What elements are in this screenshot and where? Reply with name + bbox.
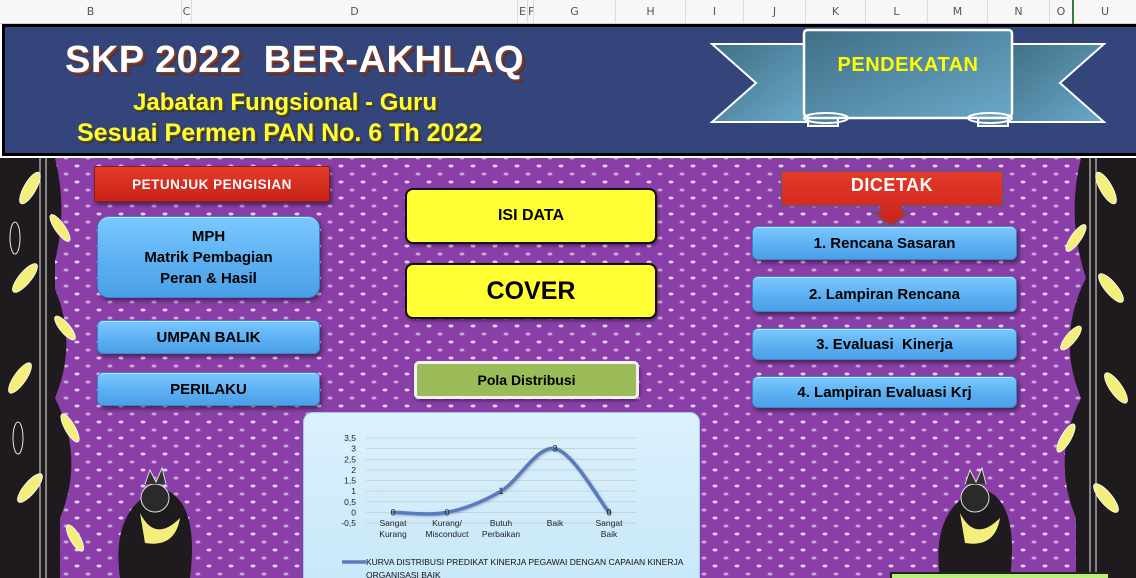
partial-bottom-button[interactable] <box>890 572 1110 578</box>
x-category-label: Sangat <box>380 518 408 528</box>
print-lampiran-evaluasi-label: 4. Lampiran Evaluasi Krj <box>797 383 972 401</box>
pendekatan-ribbon-button[interactable]: PENDEKATAN <box>708 26 1108 136</box>
y-tick-label: 2,5 <box>344 454 356 464</box>
petunjuk-pengisian-button[interactable]: PETUNJUK PENGISIAN <box>94 166 330 202</box>
data-label: 3 <box>552 444 557 454</box>
column-header-h[interactable]: H <box>616 0 686 24</box>
data-label: 0 <box>390 507 395 517</box>
x-category-label: Sangat <box>596 518 624 528</box>
print-lampiran-evaluasi-button[interactable]: 4. Lampiran Evaluasi Krj <box>752 376 1017 408</box>
data-label: 0 <box>606 507 611 517</box>
dicetak-label: DICETAK <box>850 175 934 195</box>
legend-label-line1: KURVA DISTRIBUSI PREDIKAT KINERJA PEGAWA… <box>366 557 684 567</box>
batik-right-border-image <box>1056 158 1136 578</box>
column-header-k[interactable]: K <box>806 0 866 24</box>
batik-rooster-left-image <box>118 466 192 578</box>
print-rencana-sasaran-label: 1. Rencana Sasaran <box>813 234 956 252</box>
data-label: 0 <box>444 507 449 517</box>
legend-label-line2: ORGANISASI BAIK <box>366 570 441 578</box>
isi-data-label: ISI DATA <box>497 207 565 224</box>
column-header-g[interactable]: G <box>534 0 616 24</box>
print-evaluasi-kinerja-button[interactable]: 3. Evaluasi Kinerja <box>752 328 1017 360</box>
y-tick-label: 3,5 <box>344 433 356 443</box>
chart-y-axis-ticks: -0,500,511,522,533,5 <box>341 433 356 528</box>
mph-label-line1: MPH <box>191 227 226 245</box>
umpan-balik-label: UMPAN BALIK <box>156 328 261 346</box>
distribution-chart: -0,5 0 0,5 1 1,5 2 2,5 3 3,5 Sangat Kurang Kurang/… <box>303 412 700 578</box>
column-header-j[interactable]: J <box>744 0 806 24</box>
x-category-label: Butuh <box>490 518 512 528</box>
data-label: 1 <box>498 486 503 496</box>
column-header-u[interactable]: U <box>1074 0 1136 24</box>
x-category-label: Misconduct <box>426 529 470 539</box>
x-category-label: Kurang <box>379 529 407 539</box>
pendekatan-label: PENDEKATAN <box>837 54 979 76</box>
column-header-m[interactable]: M <box>928 0 988 24</box>
column-header-b[interactable]: B <box>0 0 182 24</box>
y-tick-label: 2 <box>351 465 356 475</box>
x-category-label: Kurang/ <box>432 518 462 528</box>
print-rencana-sasaran-button[interactable]: 1. Rencana Sasaran <box>752 226 1017 260</box>
page-title: SKP 2022 BER-AKHLAQ <box>65 39 525 81</box>
column-header-e[interactable]: E <box>518 0 528 24</box>
series-line-kurva-distribusi <box>391 446 611 516</box>
cover-button[interactable]: COVER <box>405 263 657 319</box>
mph-button[interactable]: MPH Matrik Pembagian Peran & Hasil <box>97 216 320 298</box>
y-tick-label: 1,5 <box>344 476 356 486</box>
column-header-l[interactable]: L <box>866 0 928 24</box>
chart-gridlines <box>366 437 636 524</box>
x-category-label: Perbaikan <box>482 529 521 539</box>
column-header-o[interactable]: O <box>1050 0 1074 24</box>
dicetak-callout: DICETAK <box>780 170 1004 228</box>
distribution-chart-svg: -0,500,511,522,533,5 SangatKurangKurang/… <box>341 433 684 578</box>
subtitle-jabatan: Jabatan Fungsional - Guru <box>133 89 438 116</box>
perilaku-button[interactable]: PERILAKU <box>97 372 320 406</box>
pola-distribusi-label: Pola Distribusi <box>477 372 576 388</box>
subtitle-permen: Sesuai Permen PAN No. 6 Th 2022 <box>77 119 483 147</box>
print-lampiran-rencana-button[interactable]: 2. Lampiran Rencana <box>752 276 1017 312</box>
print-lampiran-rencana-label: 2. Lampiran Rencana <box>809 285 960 303</box>
y-tick-label: 0 <box>351 507 356 517</box>
ribbon-shape-icon <box>709 28 1107 127</box>
isi-data-button[interactable]: ISI DATA <box>405 188 657 244</box>
mph-label-line3: Peran & Hasil <box>160 269 257 287</box>
umpan-balik-button[interactable]: UMPAN BALIK <box>97 320 320 354</box>
column-header-n[interactable]: N <box>988 0 1050 24</box>
petunjuk-pengisian-label: PETUNJUK PENGISIAN <box>132 176 292 192</box>
y-tick-label: 0,5 <box>344 497 356 507</box>
column-header-i[interactable]: I <box>686 0 744 24</box>
mph-label-line2: Matrik Pembagian <box>144 248 273 266</box>
y-tick-label: 3 <box>351 444 356 454</box>
cover-label: COVER <box>486 276 576 305</box>
chart-x-axis-categories: SangatKurangKurang/MisconductButuhPerbai… <box>379 518 623 539</box>
perilaku-label: PERILAKU <box>170 380 247 398</box>
column-header-bar: B C D E F G H I J K L M N O U <box>0 0 1136 24</box>
y-tick-label: -0,5 <box>341 518 356 528</box>
batik-rooster-right-image <box>938 466 1012 578</box>
pola-distribusi-button[interactable]: Pola Distribusi <box>414 361 639 399</box>
batik-left-border-image <box>0 158 85 578</box>
chart-legend: KURVA DISTRIBUSI PREDIKAT KINERJA PEGAWA… <box>342 557 684 578</box>
x-category-label: Baik <box>547 518 564 528</box>
x-category-label: Baik <box>601 529 618 539</box>
column-header-c[interactable]: C <box>182 0 192 24</box>
column-header-d[interactable]: D <box>192 0 518 24</box>
print-evaluasi-kinerja-label: 3. Evaluasi Kinerja <box>816 335 953 353</box>
y-tick-label: 1 <box>351 486 356 496</box>
